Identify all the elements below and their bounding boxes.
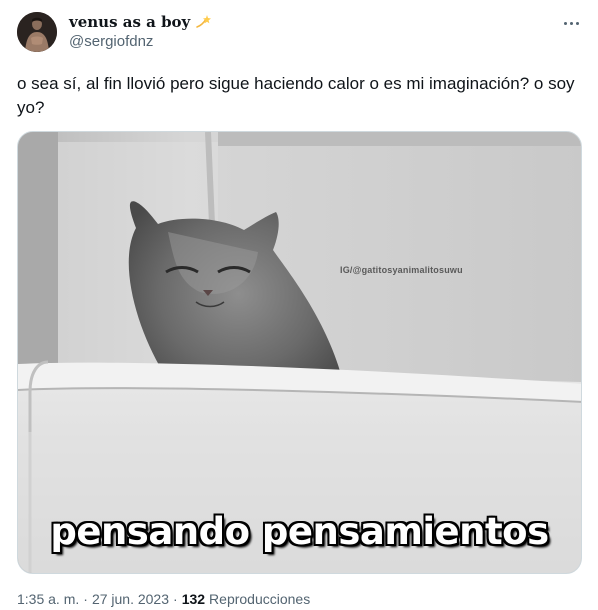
tweet-meta: 1:35 a. m. · 27 jun. 2023 · 132 Reproduc… — [17, 591, 310, 607]
author-name-row: venus as a boy — [69, 12, 212, 32]
more-horizontal-icon — [563, 21, 567, 25]
tweet-time[interactable]: 1:35 a. m. — [17, 591, 79, 607]
image-watermark: IG/@gatitosyanimalitosuwu — [340, 265, 463, 275]
kitten-meme-image — [18, 132, 581, 573]
meme-caption: pensando pensamientos — [50, 510, 549, 553]
avatar-image — [17, 12, 57, 52]
more-options-button[interactable] — [560, 12, 582, 34]
meta-separator: · — [83, 591, 88, 607]
meta-separator: · — [173, 591, 178, 607]
tweet-date[interactable]: 27 jun. 2023 — [92, 591, 169, 607]
author-display-name[interactable]: venus as a boy — [69, 13, 190, 31]
tweet: venus as a boy @sergiofdnz o sea sí, al … — [0, 0, 598, 610]
views-count: 132 — [181, 591, 206, 607]
author-handle[interactable]: @sergiofdnz — [69, 33, 153, 50]
dizzy-star-icon — [195, 14, 212, 30]
avatar[interactable] — [17, 12, 57, 52]
tweet-media[interactable]: IG/@gatitosyanimalitosuwu pensando pensa… — [17, 131, 582, 574]
tweet-text: o sea sí, al fin llovió pero sigue hacie… — [17, 74, 575, 117]
views-label: Reproducciones — [209, 591, 311, 607]
